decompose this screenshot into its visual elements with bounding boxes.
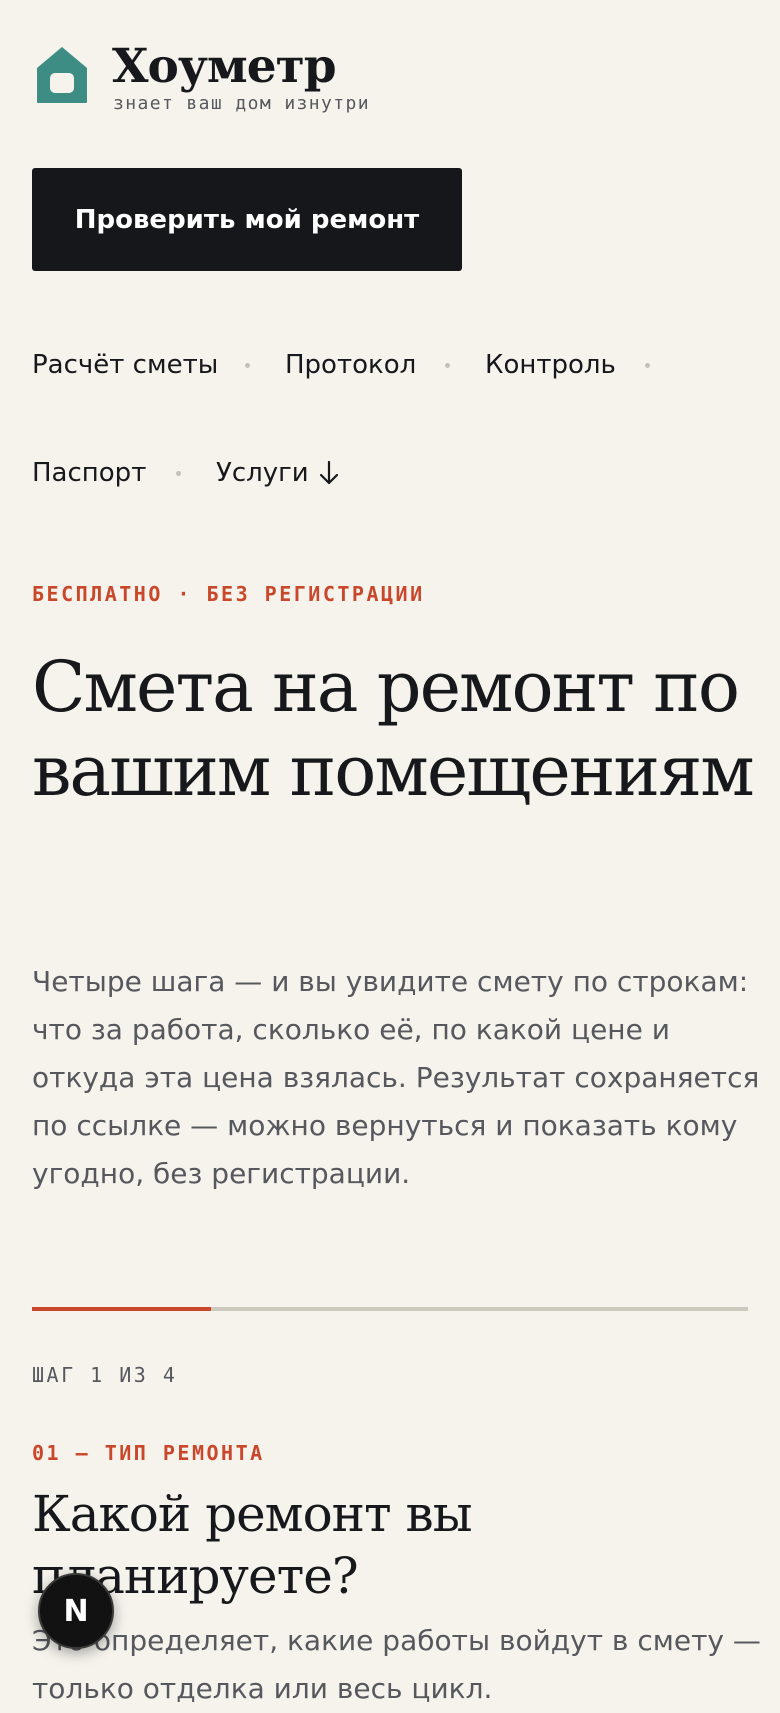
nav-separator	[176, 471, 181, 476]
arrow-down-icon[interactable]	[318, 460, 340, 486]
hero-title: Смета на ремонт по вашим помещениям	[32, 646, 755, 812]
wizard-progress-fill	[32, 1307, 211, 1311]
step-description: Это определяет, какие работы войдут в см…	[32, 1624, 761, 1705]
check-renovation-button[interactable]: Проверить мой ремонт	[32, 168, 462, 271]
nav-link-estimate[interactable]: Расчёт сметы	[32, 348, 218, 382]
step-title: Какой ремонт вы планируете?	[32, 1485, 473, 1605]
brand-name: Хоуметр	[112, 39, 337, 94]
house-logo-icon	[37, 47, 87, 103]
hero-eyebrow: БЕСПЛАТНО · БЕЗ РЕГИСТРАЦИИ	[32, 582, 425, 606]
nav-link-protocol[interactable]: Протокол	[285, 348, 416, 382]
dev-tools-badge[interactable]: N	[38, 1573, 114, 1649]
nav-link-control[interactable]: Контроль	[485, 348, 616, 382]
hero-lead: Четыре шага — и вы увидите смету по стро…	[32, 965, 760, 1190]
step-eyebrow: 01 — ТИП РЕМОНТА	[32, 1441, 265, 1465]
nav-separator	[445, 363, 450, 368]
nav-link-passport[interactable]: Паспорт	[32, 456, 146, 490]
brand-tagline: знает ваш дом изнутри	[113, 93, 370, 114]
nav-separator	[645, 363, 650, 368]
nav-link-services[interactable]: Услуги	[216, 456, 309, 490]
nav-separator	[245, 363, 250, 368]
wizard-progress-bar	[32, 1307, 748, 1311]
step-counter: ШАГ 1 ИЗ 4	[32, 1363, 178, 1387]
